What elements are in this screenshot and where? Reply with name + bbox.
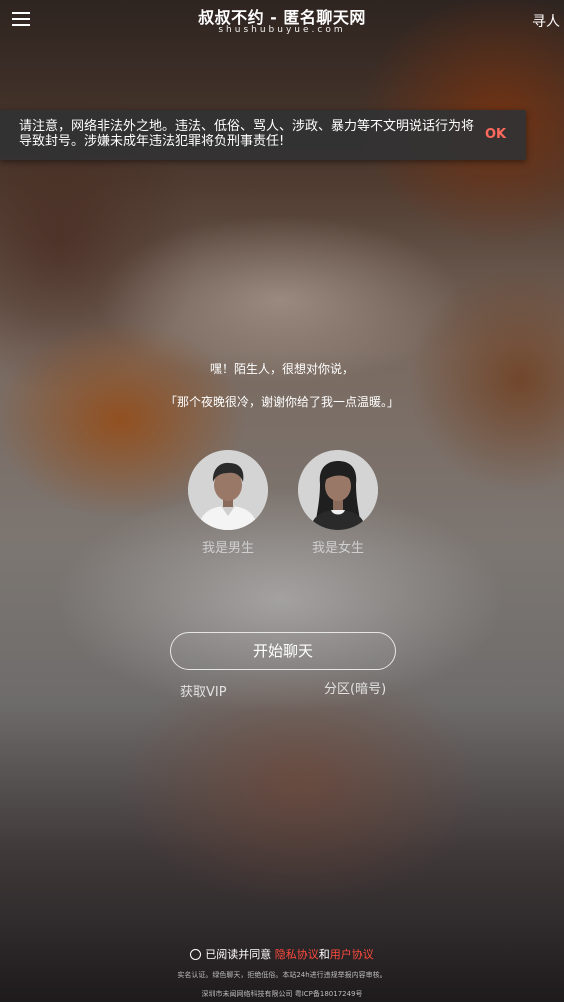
notice-text: 请注意，网络非法外之地。违法、低俗、骂人、涉政、暴力等不文明说话行为将导致封号。… [19,119,475,149]
and-text: 和 [318,948,330,961]
agree-prefix: 已阅读并同意 [205,948,272,961]
user-agreement-link[interactable]: 用户协议 [330,948,374,961]
privacy-policy-link[interactable]: 隐私协议 [275,948,319,961]
footer-icp-text: 深圳市未闻网络科技有限公司 粤ICP备18017249号 [201,990,363,998]
female-avatar-icon[interactable] [298,450,378,530]
male-label: 我是男生 [201,541,254,556]
female-option[interactable]: 我是女生 [298,450,378,556]
greeting-line-1: 嘿！陌生人，很想对你说， [209,362,354,376]
agreement-row: 已阅读并同意 隐私协议和用户协议 [0,946,564,962]
footer-policy-text: 实名认证。绿色聊天，拒绝低俗。本站24h进行违规举报内容审核。 [177,971,387,979]
find-person-button[interactable]: 寻人 [532,11,560,31]
greeting-line-2: 「那个夜晚很冷，谢谢你给了我一点温暖。」 [164,395,399,409]
start-chat-button[interactable]: 开始聊天 [170,632,396,670]
notice-ok-button[interactable]: OK [485,127,506,142]
radio-unchecked-icon[interactable] [190,949,202,960]
warning-notice: 请注意，网络非法外之地。违法、低俗、骂人、涉政、暴力等不文明说话行为将导致封号。… [0,110,526,160]
female-label: 我是女生 [311,541,364,556]
site-domain: shushubuyue.com [218,25,346,35]
male-option[interactable]: 我是男生 [188,450,268,556]
zone-code-link[interactable]: 分区(暗号) [324,678,386,697]
get-vip-link[interactable]: 获取VIP [180,681,227,700]
male-avatar-icon[interactable] [188,450,268,530]
